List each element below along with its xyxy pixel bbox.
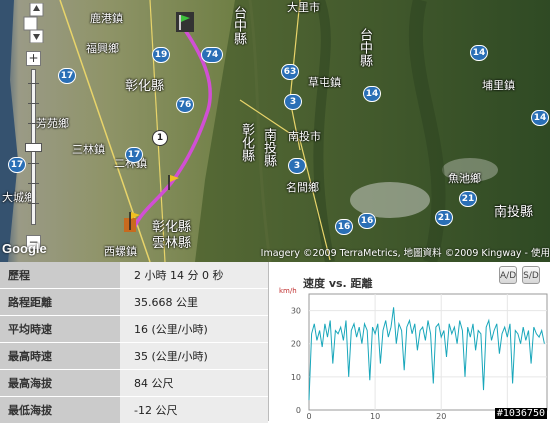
- town-label: 福興鄉: [86, 42, 119, 55]
- x-tick-label: 20: [436, 412, 446, 421]
- zoom-tick: [28, 183, 39, 184]
- highway-shield: 14: [470, 45, 488, 61]
- end-flag-icon[interactable]: [124, 212, 142, 232]
- stat-value: 84 公尺: [120, 369, 268, 397]
- county-label: 南投縣: [261, 128, 276, 167]
- highway-shield: 14: [363, 86, 381, 102]
- zoom-tick: [28, 103, 39, 104]
- town-label: 西螺鎮: [104, 245, 137, 258]
- town-label: 魚池鄉: [448, 172, 481, 185]
- y-tick-label: 30: [291, 307, 301, 316]
- waypoint-flag-icon[interactable]: [165, 172, 183, 192]
- highway-shield: 63: [281, 64, 299, 80]
- county-label: 雲林縣: [152, 236, 192, 251]
- y-axis-label: km/h: [279, 287, 297, 295]
- speed-distance-button[interactable]: S/D: [522, 266, 540, 284]
- stat-label: 最低海拔: [0, 396, 120, 424]
- start-flag-icon[interactable]: [176, 12, 194, 32]
- town-label: 大里市: [287, 1, 320, 14]
- zoom-tick: [28, 163, 39, 164]
- county-label: 南投縣: [494, 205, 534, 220]
- stat-value: -12 公尺: [120, 396, 268, 424]
- y-tick-label: 0: [296, 406, 301, 415]
- zoom-in-button[interactable]: +: [26, 51, 41, 66]
- stat-value: 2 小時 14 分 0 秒: [120, 262, 268, 289]
- highway-shield: 16: [335, 219, 353, 235]
- town-label: 草屯鎮: [308, 76, 341, 89]
- zoom-tick: [28, 203, 39, 204]
- stat-label: 平均時速: [0, 315, 120, 343]
- google-logo[interactable]: Google: [2, 241, 47, 256]
- stat-label: 路程距離: [0, 288, 120, 316]
- county-label: 台中縣: [357, 28, 372, 67]
- zoom-tick: [28, 123, 39, 124]
- county-label: 彰化縣: [152, 220, 192, 235]
- zoom-tick: [28, 83, 39, 84]
- highway-shield: 3: [284, 94, 302, 110]
- highway-shield: 14: [531, 110, 549, 126]
- speed-chart-panel: 01020300102030km/h 速度 vs. 距離 A/D S/D #10…: [268, 262, 550, 421]
- highway-shield: 21: [459, 191, 477, 207]
- county-label: 彰化縣: [125, 79, 165, 94]
- highway-shield: 16: [358, 213, 376, 229]
- trip-stats-table: 歷程 2 小時 14 分 0 秒 路程距離 35.668 公里 平均時速 16 …: [0, 262, 268, 424]
- highway-shield: 3: [288, 158, 306, 174]
- stats-row: 路程距離 35.668 公里: [0, 288, 268, 316]
- stats-row: 平均時速 16 (公里/小時): [0, 315, 268, 343]
- x-tick-label: 0: [306, 412, 311, 421]
- county-label: 彰化縣: [239, 123, 254, 162]
- highway-shield: 21: [435, 210, 453, 226]
- stat-value: 35 (公里/小時): [120, 342, 268, 370]
- highway-shield: 19: [152, 47, 170, 63]
- map-zoom-control: + −: [22, 3, 46, 253]
- altitude-distance-button[interactable]: A/D: [499, 266, 517, 284]
- town-label: 三林鎮: [72, 143, 105, 156]
- town-label: 名間鄉: [286, 181, 319, 194]
- stat-label: 最高海拔: [0, 369, 120, 397]
- county-label: 台中縣: [231, 6, 246, 45]
- highway-shield: 17: [125, 147, 143, 163]
- stat-value: 16 (公里/小時): [120, 315, 268, 343]
- stats-row: 最低海拔 -12 公尺: [0, 396, 268, 424]
- route-map[interactable]: 鹿港鎮 福興鄉 彰化縣 芳苑鄉 二林鎮 三林鎮 大城鄉 西螺鎮 雲林縣 彰化縣 …: [0, 0, 550, 262]
- highway-shield: 74: [201, 47, 223, 63]
- pan-control[interactable]: [22, 3, 46, 43]
- y-tick-label: 10: [291, 373, 301, 382]
- stats-row: 最高海拔 84 公尺: [0, 369, 268, 397]
- town-label: 鹿港鎮: [90, 12, 123, 25]
- y-tick-label: 20: [291, 340, 301, 349]
- stat-label: 歷程: [0, 262, 120, 289]
- stat-value: 35.668 公里: [120, 288, 268, 316]
- chart-title: 速度 vs. 距離: [303, 277, 373, 290]
- town-label: 南投市: [288, 130, 321, 143]
- map-copyright: Imagery ©2009 TerraMetrics, 地圖資料 ©2009 K…: [260, 248, 550, 259]
- zoom-slider-thumb[interactable]: [25, 143, 42, 152]
- highway-shield: 1: [152, 130, 168, 146]
- highway-shield: 76: [176, 97, 194, 113]
- stats-row: 最高時速 35 (公里/小時): [0, 342, 268, 370]
- stats-row: 歷程 2 小時 14 分 0 秒: [0, 262, 268, 289]
- town-label: 埔里鎮: [482, 79, 515, 92]
- stat-label: 最高時速: [0, 342, 120, 370]
- track-id-watermark: #1036750: [494, 408, 547, 419]
- x-tick-label: 10: [370, 412, 380, 421]
- highway-shield: 17: [58, 68, 76, 84]
